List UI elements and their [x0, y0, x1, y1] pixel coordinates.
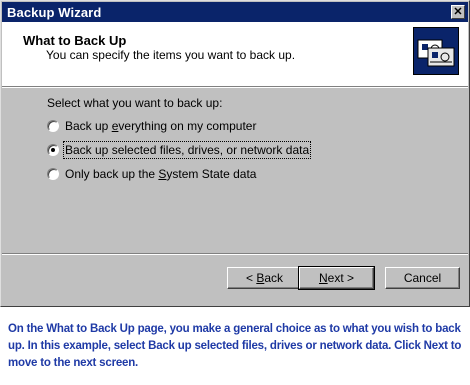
instruction-caption: On the What to Back Up page, you make a … [8, 323, 462, 369]
page-subtitle: You can specify the items you want to ba… [46, 48, 296, 62]
header-divider [2, 86, 468, 88]
radio-system-state[interactable] [47, 168, 59, 180]
next-button[interactable]: Next > [298, 266, 375, 290]
backup-wizard-window: Backup Wizard ✕ What to Back Up You can … [0, 0, 470, 307]
page-title: What to Back Up [23, 33, 127, 48]
option-label: Back up selected files, drives, or netwo… [62, 141, 312, 159]
title-bar[interactable]: Backup Wizard ✕ [2, 2, 468, 22]
window-title: Backup Wizard [7, 5, 102, 20]
option-label: Only back up the System State data [65, 167, 257, 181]
close-button[interactable]: ✕ [451, 5, 465, 19]
option-back-up-selected[interactable]: Back up selected files, drives, or netwo… [47, 141, 312, 159]
cancel-button[interactable]: Cancel [385, 267, 460, 289]
option-system-state[interactable]: Only back up the System State data [47, 166, 256, 182]
footer-divider [2, 253, 468, 255]
backup-wizard-icon [413, 27, 459, 75]
radio-back-up-selected[interactable] [47, 144, 59, 156]
option-label: Back up everything on my computer [65, 119, 257, 133]
back-button[interactable]: < Back [227, 267, 302, 289]
option-back-up-everything[interactable]: Back up everything on my computer [47, 118, 256, 134]
wizard-header: What to Back Up You can specify the item… [2, 22, 468, 86]
radio-back-up-everything[interactable] [47, 120, 59, 132]
backup-choice-prompt: Select what you want to back up: [47, 96, 223, 110]
